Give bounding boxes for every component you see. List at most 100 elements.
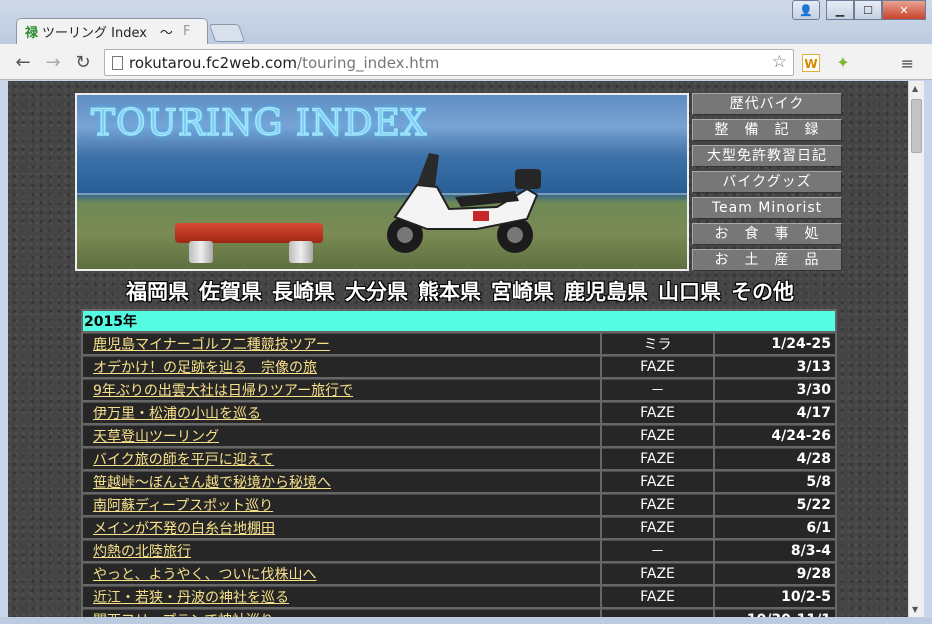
prefecture-links: 福岡県 佐賀県 長崎県 大分県 熊本県 宮崎県 鹿児島県 山口県 その他 <box>75 276 845 306</box>
touring-report-link[interactable]: 南阿蘇ディープスポット巡り <box>93 498 273 514</box>
row-title-cell: やっと、ようやく、ついに伐株山へ <box>83 563 601 584</box>
minimize-button[interactable]: ▁ <box>826 0 854 20</box>
url-domain: rokutarou.fc2web.com <box>129 53 298 72</box>
row-date-cell: 4/17 <box>714 402 835 423</box>
row-date-cell: 1/24-25 <box>714 333 835 354</box>
prefecture-link[interactable]: 鹿児島県 <box>564 276 648 306</box>
prefecture-link[interactable]: 山口県 <box>658 276 721 306</box>
nav-item-team-minorist[interactable]: Team Minorist <box>692 197 842 219</box>
nav-item-bike-history[interactable]: 歴代バイク <box>692 93 842 115</box>
prefecture-link[interactable]: 熊本県 <box>418 276 481 306</box>
table-row: オデかけ！の足跡を辿る 宗像の旅 FAZE 3/13 <box>83 356 835 377</box>
table-row: 関西フリープランで神社巡り－10/30-11/1 <box>83 609 835 617</box>
table-row: 天草登山ツーリング FAZE 4/24-26 <box>83 425 835 446</box>
url-path: /touring_index.htm <box>297 53 440 72</box>
scroll-up-icon[interactable]: ▲ <box>912 84 918 93</box>
prefecture-link[interactable]: 長崎県 <box>272 276 335 306</box>
touring-report-link[interactable]: やっと、ようやく、ついに伐株山へ <box>93 567 316 583</box>
touring-report-link[interactable]: 天草登山ツーリング <box>93 429 219 445</box>
row-bike-cell: － <box>602 379 713 400</box>
row-title-cell: 天草登山ツーリング <box>83 425 601 446</box>
touring-report-link[interactable]: メインが不発の白糸台地棚田 <box>93 521 275 537</box>
table-row: 伊万里・松浦の小山を巡る FAZE 4/17 <box>83 402 835 423</box>
prefecture-link[interactable]: 宮崎県 <box>491 276 554 306</box>
table-row: 南阿蘇ディープスポット巡り FAZE 5/22 <box>83 494 835 515</box>
page-icon <box>112 56 123 70</box>
row-title-cell: バイク旅の師を平戸に迎えて <box>83 448 601 469</box>
scroll-down-icon[interactable]: ▼ <box>912 605 918 614</box>
year-header: 2015年 <box>83 311 835 331</box>
nav-item-maintenance[interactable]: 整 備 記 録 <box>692 119 842 141</box>
nav-item-bike-goods[interactable]: バイクグッズ <box>692 171 842 193</box>
prefecture-link[interactable]: 福岡県 <box>126 276 189 306</box>
maximize-button[interactable]: ☐ <box>854 0 882 20</box>
nav-item-restaurants[interactable]: お 食 事 処 <box>692 223 842 245</box>
android-extension-icon[interactable]: ✦ <box>834 54 852 72</box>
row-bike-cell: － <box>602 540 713 561</box>
touring-report-link[interactable]: オデかけ！の足跡を辿る 宗像の旅 <box>93 360 317 376</box>
row-bike-cell: ミラ <box>602 333 713 354</box>
table-row: バイク旅の師を平戸に迎えて FAZE 4/28 <box>83 448 835 469</box>
window-bottom-frame <box>0 617 932 624</box>
tab-title: ツーリング Index ～ <box>42 26 173 41</box>
touring-report-link[interactable]: 9年ぶりの出雲大社は日帰りツアー旅行で <box>93 383 353 399</box>
row-date-cell: 4/24-26 <box>714 425 835 446</box>
bookmark-star-icon[interactable]: ☆ <box>772 52 787 72</box>
touring-report-link[interactable]: 鹿児島マイナーゴルフ二種競技ツアー <box>93 337 330 353</box>
row-title-cell: 伊万里・松浦の小山を巡る <box>83 402 601 423</box>
table-row: 鹿児島マイナーゴルフ二種競技ツアー ミラ 1/24-25 <box>83 333 835 354</box>
nav-item-souvenirs[interactable]: お 土 産 品 <box>692 249 842 271</box>
prefecture-link[interactable]: 大分県 <box>345 276 408 306</box>
row-title-cell: オデかけ！の足跡を辿る 宗像の旅 <box>83 356 601 377</box>
row-bike-cell: FAZE <box>602 517 713 538</box>
page-viewport: TOURING INDEX 歴代バイク 整 備 記 録 大型免許教習日記 バイク… <box>8 81 908 617</box>
row-date-cell: 5/22 <box>714 494 835 515</box>
user-profile-button[interactable]: 👤 <box>792 0 820 20</box>
table-row: やっと、ようやく、ついに伐株山へ FAZE 9/28 <box>83 563 835 584</box>
banner-image: TOURING INDEX <box>75 93 689 271</box>
prefecture-link[interactable]: 佐賀県 <box>199 276 262 306</box>
row-title-cell: 近江・若狭・丹波の神社を巡る <box>83 586 601 607</box>
row-bike-cell: FAZE <box>602 563 713 584</box>
table-row: 近江・若狭・丹波の神社を巡る FAZE 10/2-5 <box>83 586 835 607</box>
row-date-cell: 4/28 <box>714 448 835 469</box>
tab-title-overflow: F <box>182 24 191 39</box>
row-date-cell: 9/28 <box>714 563 835 584</box>
banner-title: TOURING INDEX <box>90 102 428 145</box>
browser-menu-icon[interactable]: ≡ <box>901 54 914 73</box>
row-title-cell: 灼熱の北陸旅行 <box>83 540 601 561</box>
scroll-thumb[interactable] <box>911 99 922 153</box>
vertical-scrollbar[interactable]: ▲ ▼ <box>908 81 924 617</box>
row-date-cell: 10/30-11/1 <box>714 609 835 617</box>
row-date-cell: 3/30 <box>714 379 835 400</box>
browser-tab[interactable]: 禄 ツーリング Index ～ F <box>16 18 208 44</box>
touring-report-link[interactable]: 灼熱の北陸旅行 <box>93 544 191 560</box>
row-title-cell: 鹿児島マイナーゴルフ二種競技ツアー <box>83 333 601 354</box>
nav-item-license-diary[interactable]: 大型免許教習日記 <box>692 145 842 167</box>
favicon-icon: 禄 <box>25 26 39 41</box>
row-bike-cell: FAZE <box>602 356 713 377</box>
touring-report-link[interactable]: バイク旅の師を平戸に迎えて <box>93 452 274 468</box>
row-date-cell: 8/3-4 <box>714 540 835 561</box>
touring-report-link[interactable]: 伊万里・松浦の小山を巡る <box>93 406 261 422</box>
row-title-cell: メインが不発の白糸台地棚田 <box>83 517 601 538</box>
new-tab-button[interactable] <box>208 24 246 42</box>
touring-report-link[interactable]: 笹越峠～ぼんさん越で秘境から秘境へ <box>93 475 331 491</box>
address-bar[interactable]: rokutarou.fc2web.com/touring_index.htm ☆ <box>104 49 794 76</box>
forward-button[interactable]: → <box>42 52 64 73</box>
table-row: 灼熱の北陸旅行 － 8/3-4 <box>83 540 835 561</box>
bench-leg <box>289 241 313 263</box>
window-titlebar: 禄 ツーリング Index ～ F 👤 ▁ ☐ ✕ <box>0 0 932 44</box>
row-title-cell: 9年ぶりの出雲大社は日帰りツアー旅行で <box>83 379 601 400</box>
row-bike-cell: FAZE <box>602 448 713 469</box>
touring-report-link[interactable]: 近江・若狭・丹波の神社を巡る <box>93 590 289 606</box>
browser-toolbar: ← → ↻ rokutarou.fc2web.com/touring_index… <box>0 44 932 80</box>
row-date-cell: 10/2-5 <box>714 586 835 607</box>
back-button[interactable]: ← <box>12 52 34 73</box>
bench-seat <box>175 223 323 243</box>
close-window-button[interactable]: ✕ <box>882 0 926 20</box>
prefecture-link[interactable]: その他 <box>731 276 794 306</box>
reload-button[interactable]: ↻ <box>72 52 94 73</box>
extension-w-icon[interactable]: W <box>802 54 820 72</box>
table-row: 笹越峠～ぼんさん越で秘境から秘境へ FAZE 5/8 <box>83 471 835 492</box>
